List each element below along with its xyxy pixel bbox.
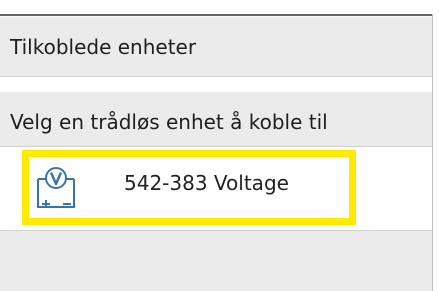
connected-devices-title: Tilkoblede enheter — [10, 35, 197, 59]
device-label: 542-383 Voltage — [124, 171, 289, 195]
section-spacer — [0, 77, 432, 92]
choose-device-title: Velg en trådløs enhet å koble til — [10, 110, 328, 134]
top-border — [0, 14, 433, 16]
connected-devices-header: Tilkoblede enheter — [0, 17, 432, 77]
voltage-sensor-icon — [37, 167, 75, 208]
device-list-item[interactable]: 542-383 Voltage — [10, 147, 432, 230]
empty-list-area — [0, 230, 432, 291]
right-border — [432, 14, 433, 291]
choose-device-header: Velg en trådløs enhet å koble til — [0, 92, 432, 147]
device-connection-screen: Tilkoblede enheter Velg en trådløs enhet… — [0, 0, 440, 291]
